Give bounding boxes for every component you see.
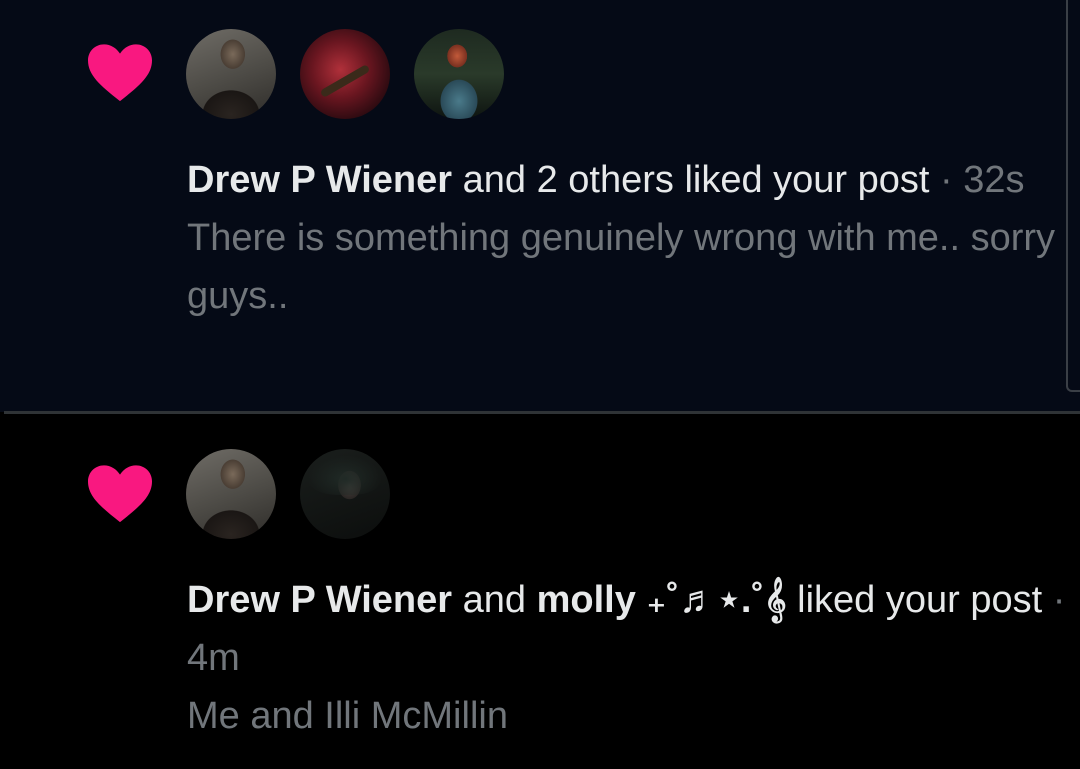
heart-icon	[88, 465, 152, 523]
separator: ·	[929, 159, 964, 201]
actor-name[interactable]: Drew P Wiener	[187, 159, 452, 201]
post-preview[interactable]: Me and Illi McMillin	[187, 687, 1067, 745]
notification-text: Drew P Wiener and 2 others liked your po…	[187, 151, 1067, 325]
avatar-group	[186, 449, 390, 539]
heart-icon	[88, 44, 152, 102]
avatar[interactable]	[300, 449, 390, 539]
notification-item[interactable]: Drew P Wiener and molly ₊˚♬⋆.˚𝄞 liked yo…	[0, 414, 1080, 769]
avatar[interactable]	[300, 29, 390, 119]
notification-action: and 2 others liked your post	[452, 159, 930, 201]
separator: ·	[1042, 579, 1066, 621]
timestamp: 32s	[963, 159, 1025, 201]
notification-text: Drew P Wiener and molly ₊˚♬⋆.˚𝄞 liked yo…	[187, 571, 1067, 745]
avatar[interactable]	[186, 29, 276, 119]
scrollbar[interactable]	[1066, 0, 1080, 392]
avatar[interactable]	[414, 29, 504, 119]
avatar-group	[186, 29, 504, 119]
actor-name[interactable]: molly ₊˚♬⋆.˚𝄞	[537, 579, 787, 621]
notifications-feed: Drew P Wiener and 2 others liked your po…	[0, 0, 1080, 769]
actor-name[interactable]: Drew P Wiener	[187, 579, 452, 621]
notification-action: liked your post	[786, 579, 1043, 621]
avatar[interactable]	[186, 449, 276, 539]
timestamp: 4m	[187, 637, 240, 679]
post-preview[interactable]: There is something genuinely wrong with …	[187, 209, 1067, 325]
connector-text: and	[452, 579, 537, 621]
notification-item[interactable]: Drew P Wiener and 2 others liked your po…	[0, 0, 1080, 412]
